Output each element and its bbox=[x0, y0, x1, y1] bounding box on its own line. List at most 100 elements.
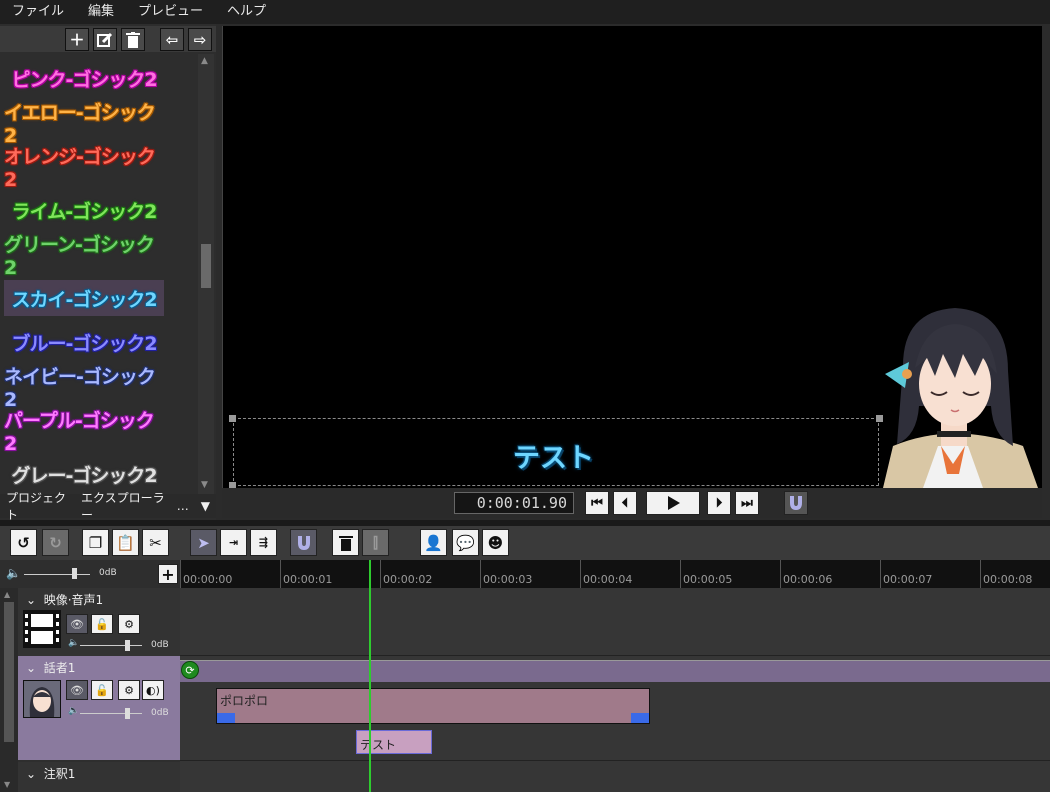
scroll-down-icon[interactable]: ▼ bbox=[4, 780, 10, 789]
master-volume-track[interactable] bbox=[24, 574, 90, 575]
step-back-button[interactable]: ⏴ bbox=[613, 491, 637, 515]
font-preset-item[interactable]: イエロー-ゴシック2 bbox=[4, 102, 164, 147]
snap-toggle-button[interactable] bbox=[784, 491, 808, 515]
panel-tabs: プロジェクト エクスプローラー … ▼ bbox=[0, 491, 216, 522]
collapse-icon[interactable]: ⌄ bbox=[26, 767, 36, 781]
font-preset-item[interactable]: ピンク-ゴシック2 bbox=[4, 60, 164, 96]
tab-more[interactable]: … bbox=[171, 499, 195, 513]
track-volume-track[interactable] bbox=[80, 645, 142, 646]
film-icon bbox=[24, 611, 60, 647]
track-volume-knob[interactable] bbox=[125, 640, 130, 651]
select-track-forward-button[interactable]: ⇶ bbox=[250, 529, 277, 556]
timeline-snap-button[interactable] bbox=[290, 529, 317, 556]
edit-preset-button[interactable] bbox=[93, 28, 117, 51]
track-speaker[interactable]: ⌄ 話者1 👁 🔓 ⚙ ◐) 🔈 0dB bbox=[18, 656, 180, 760]
font-preset-item[interactable]: ネイビー-ゴシック2 bbox=[4, 366, 164, 411]
ruler-tick: 00:00:00 bbox=[180, 560, 232, 588]
font-preset-item[interactable]: ライム-ゴシック2 bbox=[4, 192, 164, 228]
refresh-icon[interactable]: ⟳ bbox=[181, 661, 199, 679]
magnet-icon bbox=[297, 535, 310, 550]
menu-edit[interactable]: 編集 bbox=[76, 0, 126, 24]
resize-handle[interactable] bbox=[229, 415, 236, 422]
add-speech-button[interactable]: 💬 bbox=[452, 529, 479, 556]
speaker-icon: 🔈 bbox=[68, 638, 80, 648]
track-scrollbar[interactable]: ▲ ▼ bbox=[0, 588, 18, 792]
speaker-bar[interactable] bbox=[180, 660, 1050, 682]
skip-to-start-button[interactable]: ⏮ bbox=[585, 491, 609, 515]
track-settings-button[interactable]: ⚙ bbox=[118, 614, 140, 634]
add-track-button[interactable]: + bbox=[158, 564, 178, 584]
tab-dropdown[interactable]: ▼ bbox=[195, 499, 216, 513]
menu-file[interactable]: ファイル bbox=[0, 0, 76, 24]
tab-project[interactable]: プロジェクト bbox=[0, 489, 75, 523]
track-volume-knob[interactable] bbox=[125, 708, 130, 719]
lane-speaker[interactable]: ⟳ ポロポロ テスト bbox=[180, 656, 1050, 760]
speech-clip-label: ポロポロ bbox=[220, 694, 269, 708]
clip-end-handle[interactable] bbox=[631, 713, 649, 723]
select-tool-button[interactable]: ➤ bbox=[190, 529, 217, 556]
preset-scrollbar[interactable]: ▲ ▼ bbox=[198, 54, 214, 494]
tab-explorer[interactable]: エクスプローラー bbox=[75, 489, 171, 523]
select-track-icon: ⇶ bbox=[258, 536, 269, 549]
font-preset-item[interactable]: グレー-ゴシック2 bbox=[4, 456, 164, 492]
skip-start-icon: ⏮ bbox=[591, 495, 603, 511]
ruler-tick: 00:00:08 bbox=[980, 560, 1032, 588]
speech-clip[interactable]: ポロポロ bbox=[216, 688, 650, 724]
visibility-toggle[interactable]: 👁 bbox=[66, 680, 88, 700]
collapse-icon[interactable]: ⌄ bbox=[26, 661, 36, 675]
lock-toggle[interactable]: 🔓 bbox=[91, 680, 113, 700]
ruler-tick-label: 00:00:07 bbox=[883, 573, 933, 586]
master-volume-knob[interactable] bbox=[72, 568, 77, 579]
preview-canvas[interactable]: テスト bbox=[222, 26, 1042, 489]
font-preset-item[interactable]: パープル-ゴシック2 bbox=[4, 410, 164, 455]
time-ruler[interactable]: 00:00:00 00:00:01 00:00:02 00:00:03 00:00:04… bbox=[180, 560, 1050, 588]
add-expression-button[interactable]: ☻ bbox=[482, 529, 509, 556]
voice-settings-button[interactable]: ◐) bbox=[142, 680, 164, 700]
cut-button[interactable]: ✂ bbox=[142, 529, 169, 556]
add-preset-button[interactable]: ＋ bbox=[65, 28, 89, 51]
redo-button[interactable]: ↻ bbox=[42, 529, 69, 556]
scroll-thumb[interactable] bbox=[4, 602, 14, 742]
menu-help[interactable]: ヘルプ bbox=[215, 0, 278, 24]
skip-to-end-button[interactable]: ⏭ bbox=[735, 491, 759, 515]
text-clip[interactable]: テスト bbox=[356, 730, 432, 754]
font-preset-item[interactable]: オレンジ-ゴシック2 bbox=[4, 146, 164, 191]
clip-start-handle[interactable] bbox=[217, 713, 235, 723]
lane-annotation[interactable] bbox=[180, 760, 1050, 792]
lane-video-audio[interactable] bbox=[180, 588, 1050, 656]
track-volume-track[interactable] bbox=[80, 713, 142, 714]
trash-icon bbox=[126, 31, 140, 48]
play-button[interactable] bbox=[646, 491, 700, 515]
scroll-thumb[interactable] bbox=[201, 244, 211, 288]
undo-button[interactable]: ↺ bbox=[10, 529, 37, 556]
font-preset-item[interactable]: グリーン-ゴシック2 bbox=[4, 234, 164, 279]
track-settings-button[interactable]: ⚙ bbox=[118, 680, 140, 700]
step-forward-button[interactable]: ⏵ bbox=[707, 491, 731, 515]
font-preset-item[interactable]: スカイ-ゴシック2 bbox=[4, 280, 164, 316]
track-annotation[interactable]: ⌄ 注釈1 bbox=[18, 762, 180, 792]
scroll-up-icon[interactable]: ▲ bbox=[201, 56, 208, 66]
font-preset-item[interactable]: ブルー-ゴシック2 bbox=[4, 324, 164, 360]
delete-preset-button[interactable] bbox=[121, 28, 145, 51]
move-right-button[interactable]: ⇨ bbox=[188, 28, 212, 51]
select-forward-button[interactable]: ⇥ bbox=[220, 529, 247, 556]
delete-clip-button[interactable] bbox=[332, 529, 359, 556]
add-speaker-button[interactable]: 👤 bbox=[420, 529, 447, 556]
paste-button[interactable]: 📋 bbox=[112, 529, 139, 556]
collapse-icon[interactable]: ⌄ bbox=[26, 593, 36, 607]
playhead[interactable] bbox=[369, 560, 371, 792]
menu-bar: ファイル 編集 プレビュー ヘルプ bbox=[0, 0, 1050, 24]
unlock-icon: 🔓 bbox=[95, 617, 109, 631]
scroll-up-icon[interactable]: ▲ bbox=[4, 590, 10, 599]
track-title: ⌄ 映像·音声1 bbox=[26, 593, 104, 607]
track-video-audio[interactable]: ⌄ 映像·音声1 👁 🔓 ⚙ 🔈 0dB bbox=[18, 588, 180, 656]
menu-preview[interactable]: プレビュー bbox=[126, 0, 215, 24]
split-clip-button[interactable]: ⫿ bbox=[362, 529, 389, 556]
scroll-down-icon[interactable]: ▼ bbox=[201, 480, 208, 490]
copy-button[interactable]: ❐ bbox=[82, 529, 109, 556]
move-left-button[interactable]: ⇦ bbox=[160, 28, 184, 51]
character-avatar bbox=[883, 308, 1038, 488]
lock-toggle[interactable]: 🔓 bbox=[91, 614, 113, 634]
timecode-display[interactable]: 0:00:01.90 bbox=[454, 492, 574, 514]
visibility-toggle[interactable]: 👁 bbox=[66, 614, 88, 634]
